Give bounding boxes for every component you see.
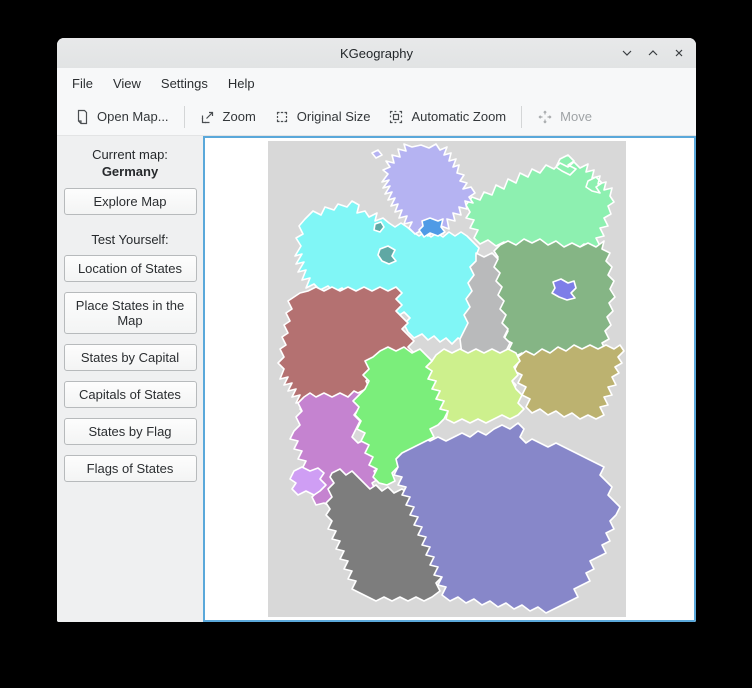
state-saarland[interactable] <box>290 467 326 495</box>
map-view[interactable] <box>203 136 696 622</box>
close-icon[interactable] <box>671 46 686 61</box>
test-yourself-label: Test Yourself: <box>57 232 203 247</box>
capitals-of-states-button[interactable]: Capitals of States <box>64 381 197 408</box>
toolbar: Open Map... Zoom Original Size <box>57 98 696 136</box>
menu-file[interactable]: File <box>62 71 103 96</box>
open-map-label: Open Map... <box>97 109 169 124</box>
states-by-capital-button[interactable]: States by Capital <box>64 344 197 371</box>
place-states-button[interactable]: Place States in the Map <box>64 292 197 334</box>
menu-view[interactable]: View <box>103 71 151 96</box>
location-of-states-button[interactable]: Location of States <box>64 255 197 282</box>
move-label: Move <box>560 109 592 124</box>
state-mecklenburg-vorpommern[interactable] <box>466 155 614 252</box>
toolbar-separator <box>184 106 185 128</box>
germany-map[interactable] <box>268 141 626 617</box>
states-by-flag-button[interactable]: States by Flag <box>64 418 197 445</box>
open-map-button[interactable]: Open Map... <box>65 103 178 131</box>
menu-settings[interactable]: Settings <box>151 71 218 96</box>
move-icon <box>537 109 553 125</box>
state-hamburg[interactable] <box>419 218 445 237</box>
zoom-label: Zoom <box>223 109 256 124</box>
zoom-button[interactable]: Zoom <box>191 103 265 131</box>
window-title: KGeography <box>340 46 413 61</box>
menubar: File View Settings Help <box>57 68 696 98</box>
desktop-background: { "window": { "title": "KGeography" }, "… <box>0 0 752 688</box>
menu-help[interactable]: Help <box>218 71 265 96</box>
content-area: Current map: Germany Explore Map Test Yo… <box>57 136 696 622</box>
original-size-label: Original Size <box>297 109 371 124</box>
open-map-icon <box>74 109 90 125</box>
automatic-zoom-label: Automatic Zoom <box>411 109 506 124</box>
kgeography-window: KGeography File View Settings Help <box>57 38 696 622</box>
explore-map-button[interactable]: Explore Map <box>64 188 197 215</box>
titlebar[interactable]: KGeography <box>57 38 696 68</box>
minimize-icon[interactable] <box>619 46 634 61</box>
current-map-label: Current map: <box>57 147 203 162</box>
window-controls <box>619 38 686 68</box>
maximize-icon[interactable] <box>645 46 660 61</box>
current-map-value: Germany <box>57 164 203 179</box>
automatic-zoom-button[interactable]: Automatic Zoom <box>379 103 515 131</box>
original-size-button[interactable]: Original Size <box>265 103 380 131</box>
move-button: Move <box>528 103 601 131</box>
automatic-zoom-icon <box>388 109 404 125</box>
flags-of-states-button[interactable]: Flags of States <box>64 455 197 482</box>
state-saxony[interactable] <box>512 345 624 419</box>
original-size-icon <box>274 109 290 125</box>
toolbar-separator <box>521 106 522 128</box>
sidebar: Current map: Germany Explore Map Test Yo… <box>57 136 203 622</box>
zoom-icon <box>200 109 216 125</box>
